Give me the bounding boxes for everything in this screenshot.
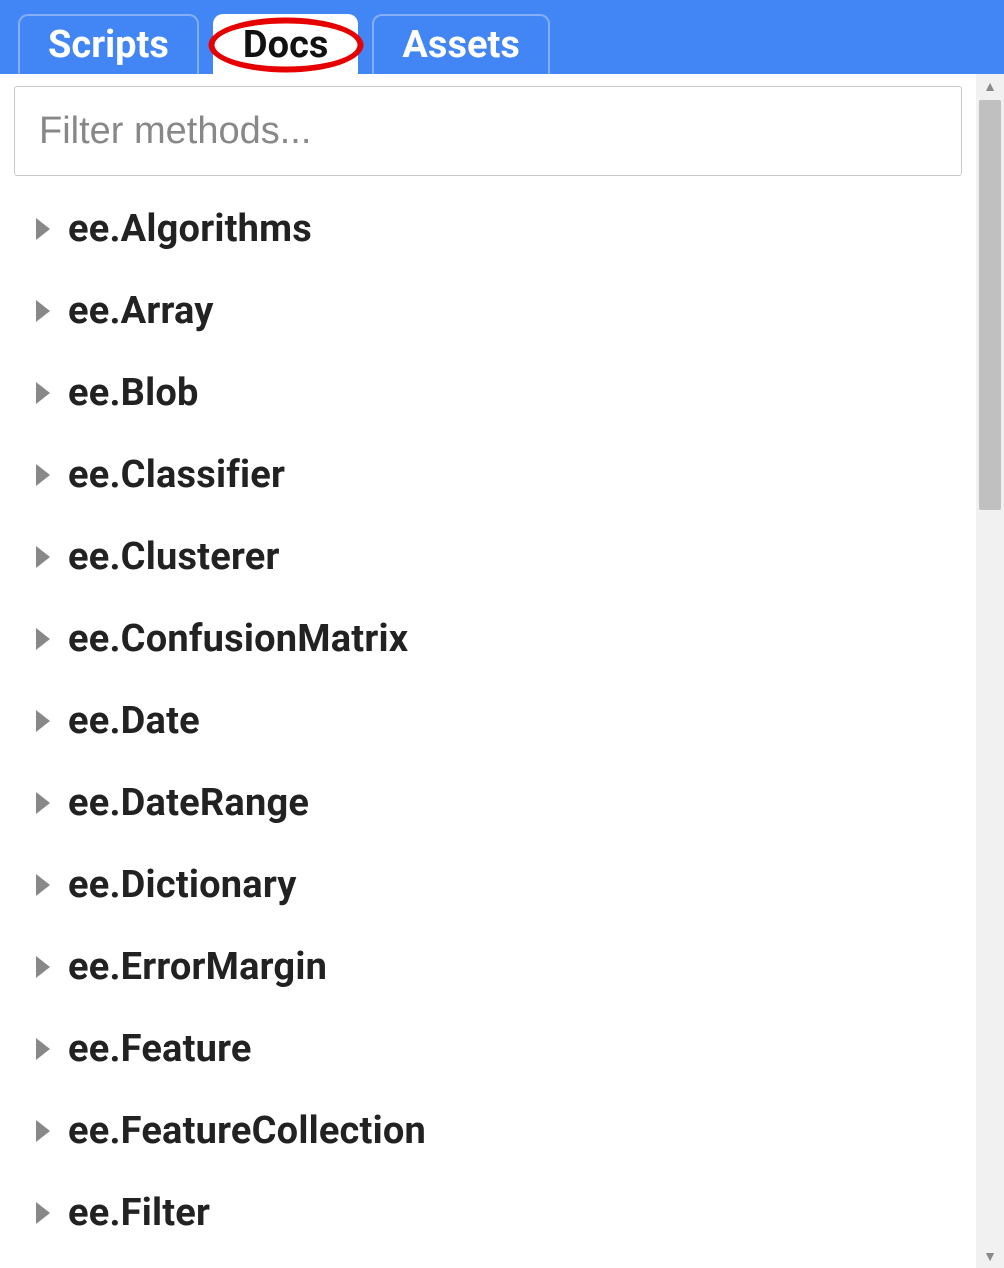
tree-item-label: ee.Array — [68, 289, 214, 333]
tree-item[interactable]: ee.Feature — [36, 1008, 976, 1090]
docs-pane: ee.Algorithms ee.Array ee.Blob ee.Classi… — [0, 74, 976, 1268]
chevron-right-icon — [36, 382, 50, 404]
tree-item[interactable]: ee.Algorithms — [36, 188, 976, 270]
tab-scripts[interactable]: Scripts — [18, 14, 199, 74]
tree-item[interactable]: ee.Array — [36, 270, 976, 352]
tree-item-label: ee.Clusterer — [68, 535, 280, 579]
tree-item-label: ee.Algorithms — [68, 207, 312, 251]
tab-label: Docs — [243, 23, 328, 67]
tab-label: Scripts — [48, 23, 169, 67]
filter-wrap — [0, 74, 976, 182]
api-tree: ee.Algorithms ee.Array ee.Blob ee.Classi… — [0, 182, 976, 1268]
chevron-right-icon — [36, 710, 50, 732]
tree-item[interactable]: ee.Clusterer — [36, 516, 976, 598]
tree-item[interactable]: ee.Classifier — [36, 434, 976, 516]
tree-item[interactable]: ee.Blob — [36, 352, 976, 434]
chevron-right-icon — [36, 1038, 50, 1060]
scrollbar-arrow-down-icon[interactable]: ▼ — [976, 1244, 1004, 1268]
tree-item-label: ee.FeatureCollection — [68, 1109, 426, 1153]
filter-input[interactable] — [14, 86, 962, 176]
tab-docs[interactable]: Docs — [213, 14, 358, 74]
chevron-right-icon — [36, 218, 50, 240]
tab-assets[interactable]: Assets — [372, 14, 549, 74]
chevron-right-icon — [36, 792, 50, 814]
tree-item[interactable]: ee.Date — [36, 680, 976, 762]
scrollbar-thumb[interactable] — [979, 100, 1001, 510]
tree-item-label: ee.DateRange — [68, 781, 309, 825]
tab-strip: Scripts Docs Assets — [0, 0, 1004, 74]
tree-item[interactable]: ee.ErrorMargin — [36, 926, 976, 1008]
tree-item[interactable]: ee.ConfusionMatrix — [36, 598, 976, 680]
chevron-right-icon — [36, 628, 50, 650]
docs-pane-wrap: ee.Algorithms ee.Array ee.Blob ee.Classi… — [0, 74, 1004, 1268]
chevron-right-icon — [36, 300, 50, 322]
scrollbar-arrow-up-icon[interactable]: ▲ — [976, 74, 1004, 98]
tree-item-label: ee.Feature — [68, 1027, 252, 1071]
tab-label: Assets — [402, 23, 519, 67]
chevron-right-icon — [36, 956, 50, 978]
chevron-right-icon — [36, 464, 50, 486]
tree-item-label: ee.Blob — [68, 371, 199, 415]
chevron-right-icon — [36, 1120, 50, 1142]
chevron-right-icon — [36, 546, 50, 568]
chevron-right-icon — [36, 1202, 50, 1224]
vertical-scrollbar[interactable]: ▲ ▼ — [976, 74, 1004, 1268]
tree-item[interactable]: ee.Filter — [36, 1172, 976, 1254]
tree-item-label: ee.ErrorMargin — [68, 945, 327, 989]
tree-item[interactable]: ee.DateRange — [36, 762, 976, 844]
chevron-right-icon — [36, 874, 50, 896]
tree-item[interactable]: ee.FeatureCollection — [36, 1090, 976, 1172]
tree-item-label: ee.Classifier — [68, 453, 285, 497]
tree-item-label: ee.Filter — [68, 1191, 210, 1235]
tree-item-label: ee.Dictionary — [68, 863, 297, 907]
tree-item-label: ee.Date — [68, 699, 200, 743]
tree-item-label: ee.ConfusionMatrix — [68, 617, 408, 661]
tree-item[interactable]: ee.Dictionary — [36, 844, 976, 926]
